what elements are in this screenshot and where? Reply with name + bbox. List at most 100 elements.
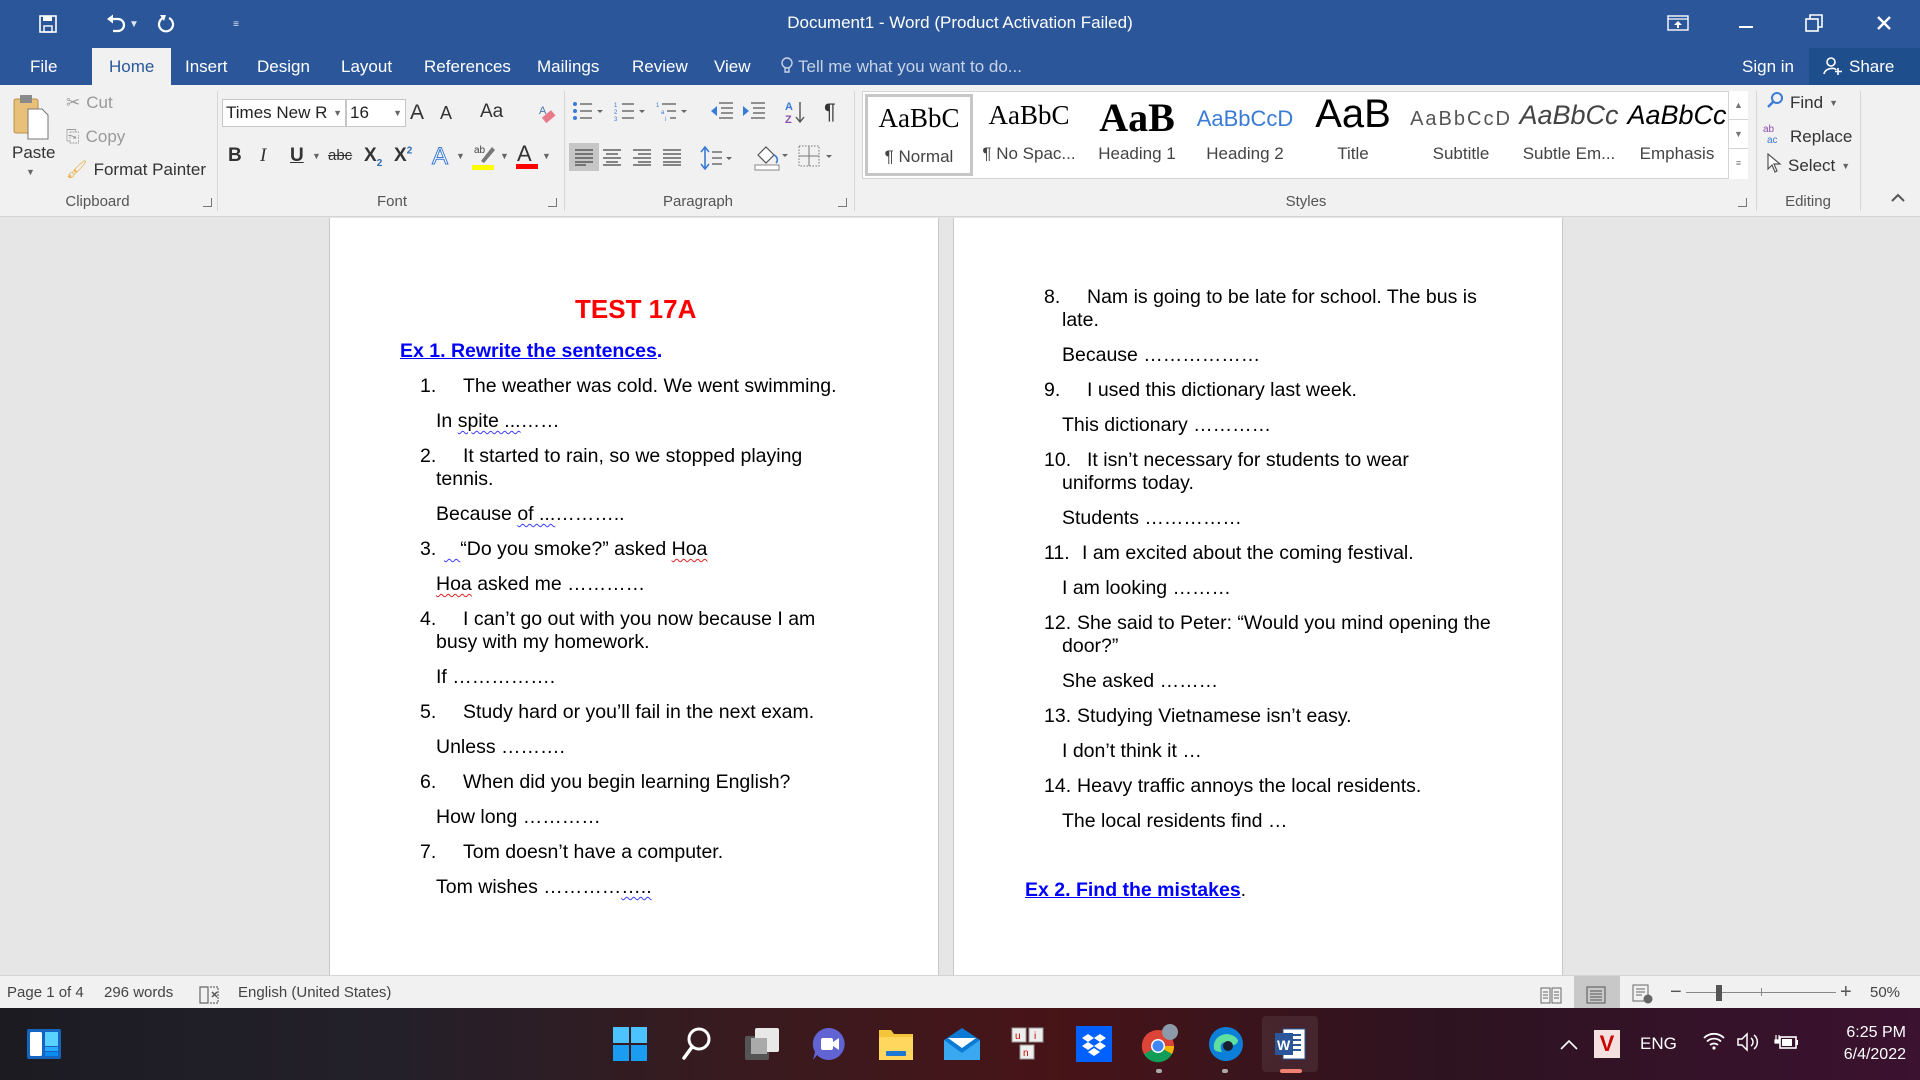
- line-spacing-icon[interactable]: [700, 145, 734, 176]
- paste-button[interactable]: [10, 93, 50, 146]
- bullets-icon[interactable]: [572, 101, 606, 127]
- tab-insert[interactable]: Insert: [171, 48, 242, 85]
- font-size-combo[interactable]: 16 ▼: [346, 99, 406, 127]
- start-icon[interactable]: [606, 1020, 654, 1068]
- sort-icon[interactable]: AZ: [784, 99, 806, 131]
- align-center-button[interactable]: [602, 148, 622, 172]
- tab-review[interactable]: Review: [618, 48, 702, 85]
- battery-charging-icon[interactable]: [1774, 1032, 1800, 1056]
- tab-mailings[interactable]: Mailings: [523, 48, 613, 85]
- word-taskbar-icon[interactable]: W: [1262, 1016, 1318, 1072]
- vietkey-tray-icon[interactable]: V: [1594, 1030, 1620, 1058]
- change-case-icon[interactable]: Aa: [480, 101, 503, 123]
- edge-icon[interactable]: [1202, 1020, 1250, 1068]
- language[interactable]: English (United States): [238, 976, 391, 1009]
- italic-button[interactable]: I: [260, 145, 266, 167]
- tab-home[interactable]: Home: [92, 48, 172, 85]
- font-color-dropdown-icon[interactable]: ▼: [542, 151, 551, 161]
- close-icon[interactable]: [1848, 0, 1920, 46]
- font-launcher-icon[interactable]: [548, 198, 557, 207]
- teams-chat-icon[interactable]: [805, 1020, 853, 1068]
- tab-file[interactable]: File: [16, 48, 71, 85]
- share-button[interactable]: Share: [1809, 48, 1920, 85]
- dropbox-icon[interactable]: [1070, 1020, 1118, 1068]
- paste-dropdown-icon[interactable]: ▼: [26, 167, 35, 177]
- zoom-out-button[interactable]: −: [1670, 976, 1682, 1009]
- customize-qat-icon[interactable]: ≡: [226, 19, 246, 30]
- styles-more-icon[interactable]: ≡: [1729, 149, 1748, 178]
- font-color-button[interactable]: A: [514, 141, 540, 177]
- text-effects-dropdown-icon[interactable]: ▼: [456, 151, 465, 161]
- bold-button[interactable]: B: [228, 145, 242, 167]
- unikey-icon[interactable]: u in: [1004, 1020, 1052, 1068]
- chrome-icon[interactable]: [1136, 1020, 1184, 1068]
- volume-icon[interactable]: [1736, 1032, 1762, 1056]
- file-explorer-icon[interactable]: [872, 1020, 920, 1068]
- tab-design[interactable]: Design: [243, 48, 324, 85]
- increase-indent-icon[interactable]: [742, 101, 766, 127]
- shrink-font-icon[interactable]: A: [440, 103, 452, 124]
- tab-view[interactable]: View: [700, 48, 765, 85]
- print-layout-icon[interactable]: [1574, 976, 1620, 1009]
- styles-scroll-up-icon[interactable]: ▲: [1729, 91, 1748, 120]
- select-button[interactable]: Select ▼: [1766, 152, 1850, 178]
- align-right-button[interactable]: [632, 148, 652, 172]
- restore-icon[interactable]: [1780, 0, 1848, 46]
- style-emphasis[interactable]: AaBbCc Emphasis: [1623, 94, 1731, 176]
- search-icon[interactable]: [673, 1020, 721, 1068]
- shading-icon[interactable]: [754, 143, 790, 177]
- style-normal[interactable]: AaBbC ¶ Normal: [865, 94, 973, 176]
- style-subtle-emphasis[interactable]: AaBbCc Subtle Em...: [1515, 94, 1623, 176]
- tell-me-search[interactable]: Tell me what you want to do...: [780, 48, 1022, 85]
- show-formatting-marks-icon[interactable]: ¶: [824, 99, 836, 125]
- clear-formatting-icon[interactable]: A: [537, 103, 557, 131]
- font-name-combo[interactable]: Times New R ▼: [222, 99, 346, 127]
- proofing-icon[interactable]: [198, 983, 220, 1004]
- undo-dropdown-icon[interactable]: ▼: [124, 19, 144, 30]
- zoom-in-button[interactable]: +: [1840, 976, 1852, 1009]
- clipboard-launcher-icon[interactable]: [203, 198, 212, 207]
- sign-in-link[interactable]: Sign in: [1742, 48, 1794, 85]
- numbering-icon[interactable]: 123: [614, 101, 648, 127]
- input-language[interactable]: ENG: [1640, 1008, 1677, 1080]
- style-heading-2[interactable]: AaBbCcD Heading 2: [1191, 94, 1299, 176]
- task-view-icon[interactable]: [739, 1020, 787, 1068]
- styles-launcher-icon[interactable]: [1738, 198, 1747, 207]
- cut-button[interactable]: ✂ Cut: [66, 93, 113, 113]
- text-effects-button[interactable]: A: [431, 143, 448, 171]
- redo-icon[interactable]: [146, 10, 186, 38]
- style-no-spacing[interactable]: AaBbC ¶ No Spac...: [975, 94, 1083, 176]
- style-title[interactable]: AaB Title: [1299, 92, 1407, 176]
- decrease-indent-icon[interactable]: [710, 101, 734, 127]
- minimize-icon[interactable]: [1712, 0, 1780, 46]
- strikethrough-button[interactable]: abc: [328, 147, 352, 164]
- superscript-button[interactable]: X2: [394, 145, 412, 167]
- borders-icon[interactable]: [798, 145, 834, 175]
- style-subtitle[interactable]: AaBbCcD Subtitle: [1407, 94, 1515, 176]
- style-heading-1[interactable]: AaB Heading 1: [1083, 94, 1191, 176]
- highlight-dropdown-icon[interactable]: ▼: [500, 151, 509, 161]
- underline-button[interactable]: U: [290, 145, 304, 167]
- ribbon-display-options-icon[interactable]: [1644, 0, 1712, 46]
- tab-layout[interactable]: Layout: [327, 48, 406, 85]
- collapse-ribbon-icon[interactable]: [1890, 193, 1906, 203]
- mail-icon[interactable]: [938, 1020, 986, 1068]
- wifi-icon[interactable]: [1702, 1032, 1726, 1056]
- show-hidden-icons[interactable]: [1560, 1008, 1578, 1080]
- tab-references[interactable]: References: [410, 48, 525, 85]
- page-1[interactable]: TEST 17A Ex 1. Rewrite the sentences. 1.…: [329, 218, 939, 975]
- paste-label[interactable]: Paste: [12, 143, 55, 163]
- grow-font-icon[interactable]: A: [410, 101, 424, 125]
- highlight-button[interactable]: ab: [472, 143, 498, 177]
- format-painter-button[interactable]: 🖌 Format Painter: [66, 160, 206, 180]
- page-count[interactable]: Page 1 of 4: [7, 976, 84, 1009]
- clock[interactable]: 6:25 PM 6/4/2022: [1806, 1022, 1906, 1066]
- styles-scroll-down-icon[interactable]: ▼: [1729, 120, 1748, 149]
- copy-button[interactable]: ⎘ Copy: [66, 127, 125, 147]
- widgets-icon[interactable]: [20, 1020, 68, 1068]
- underline-dropdown-icon[interactable]: ▼: [312, 151, 321, 161]
- subscript-button[interactable]: X2: [364, 145, 382, 169]
- multilevel-list-icon[interactable]: 1ai: [656, 101, 690, 127]
- zoom-level[interactable]: 50%: [1870, 976, 1900, 1009]
- find-button[interactable]: Find ▼: [1766, 91, 1838, 114]
